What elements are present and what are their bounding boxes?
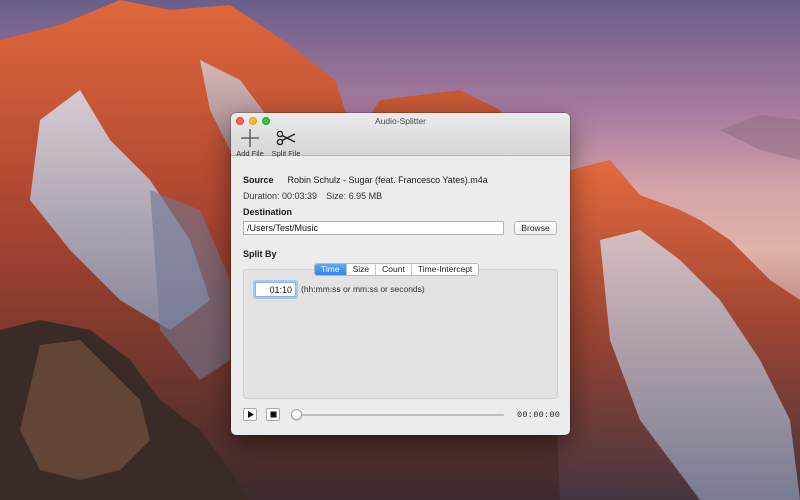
stop-button[interactable] [266,408,280,421]
add-file-label: Add File [236,149,264,158]
tab-time[interactable]: Time [315,264,347,275]
split-file-button[interactable]: Split File [271,127,301,158]
destination-label: Destination [243,207,293,217]
window-title: Audio-Splitter [374,116,427,126]
scissors-icon [276,127,296,148]
toolbar: Add File Split File [235,127,301,158]
play-button[interactable] [243,408,257,421]
tab-count[interactable]: Count [376,264,412,275]
add-file-button[interactable]: Add File [235,127,265,158]
file-info-row: Duration: 00:03:39 Size: 6.95 MB [243,191,382,201]
title-bar[interactable]: Audio-Splitter Add File Split File [231,113,570,158]
destination-path-input[interactable] [243,221,504,235]
tab-time-intercept[interactable]: Time-Intercept [412,264,478,275]
source-filename: Robin Schulz - Sugar (feat. Francesco Ya… [287,175,488,185]
app-window: Audio-Splitter Add File Split File Sourc… [231,113,570,435]
source-label: Source [243,175,274,185]
playback-time-readout: 00:00:00 [517,410,561,420]
playback-slider-track[interactable] [295,414,504,416]
duration-text: Duration: 00:03:39 [243,191,318,201]
split-mode-tabs: Time Size Count Time-Intercept [314,263,480,276]
time-format-hint: (hh:mm:ss or mm:ss or seconds) [301,284,425,294]
tab-size[interactable]: Size [347,264,377,275]
size-text: Size: 6.95 MB [326,191,383,201]
browse-button[interactable]: Browse [514,221,557,235]
stop-icon [270,411,276,418]
split-time-input[interactable] [255,282,296,297]
split-by-label: Split By [243,249,277,259]
playback-slider-knob[interactable] [291,409,302,420]
split-file-label: Split File [271,149,301,158]
play-icon [247,411,254,418]
source-row: Source Robin Schulz - Sugar (feat. Franc… [243,175,488,185]
plus-icon [240,127,260,148]
